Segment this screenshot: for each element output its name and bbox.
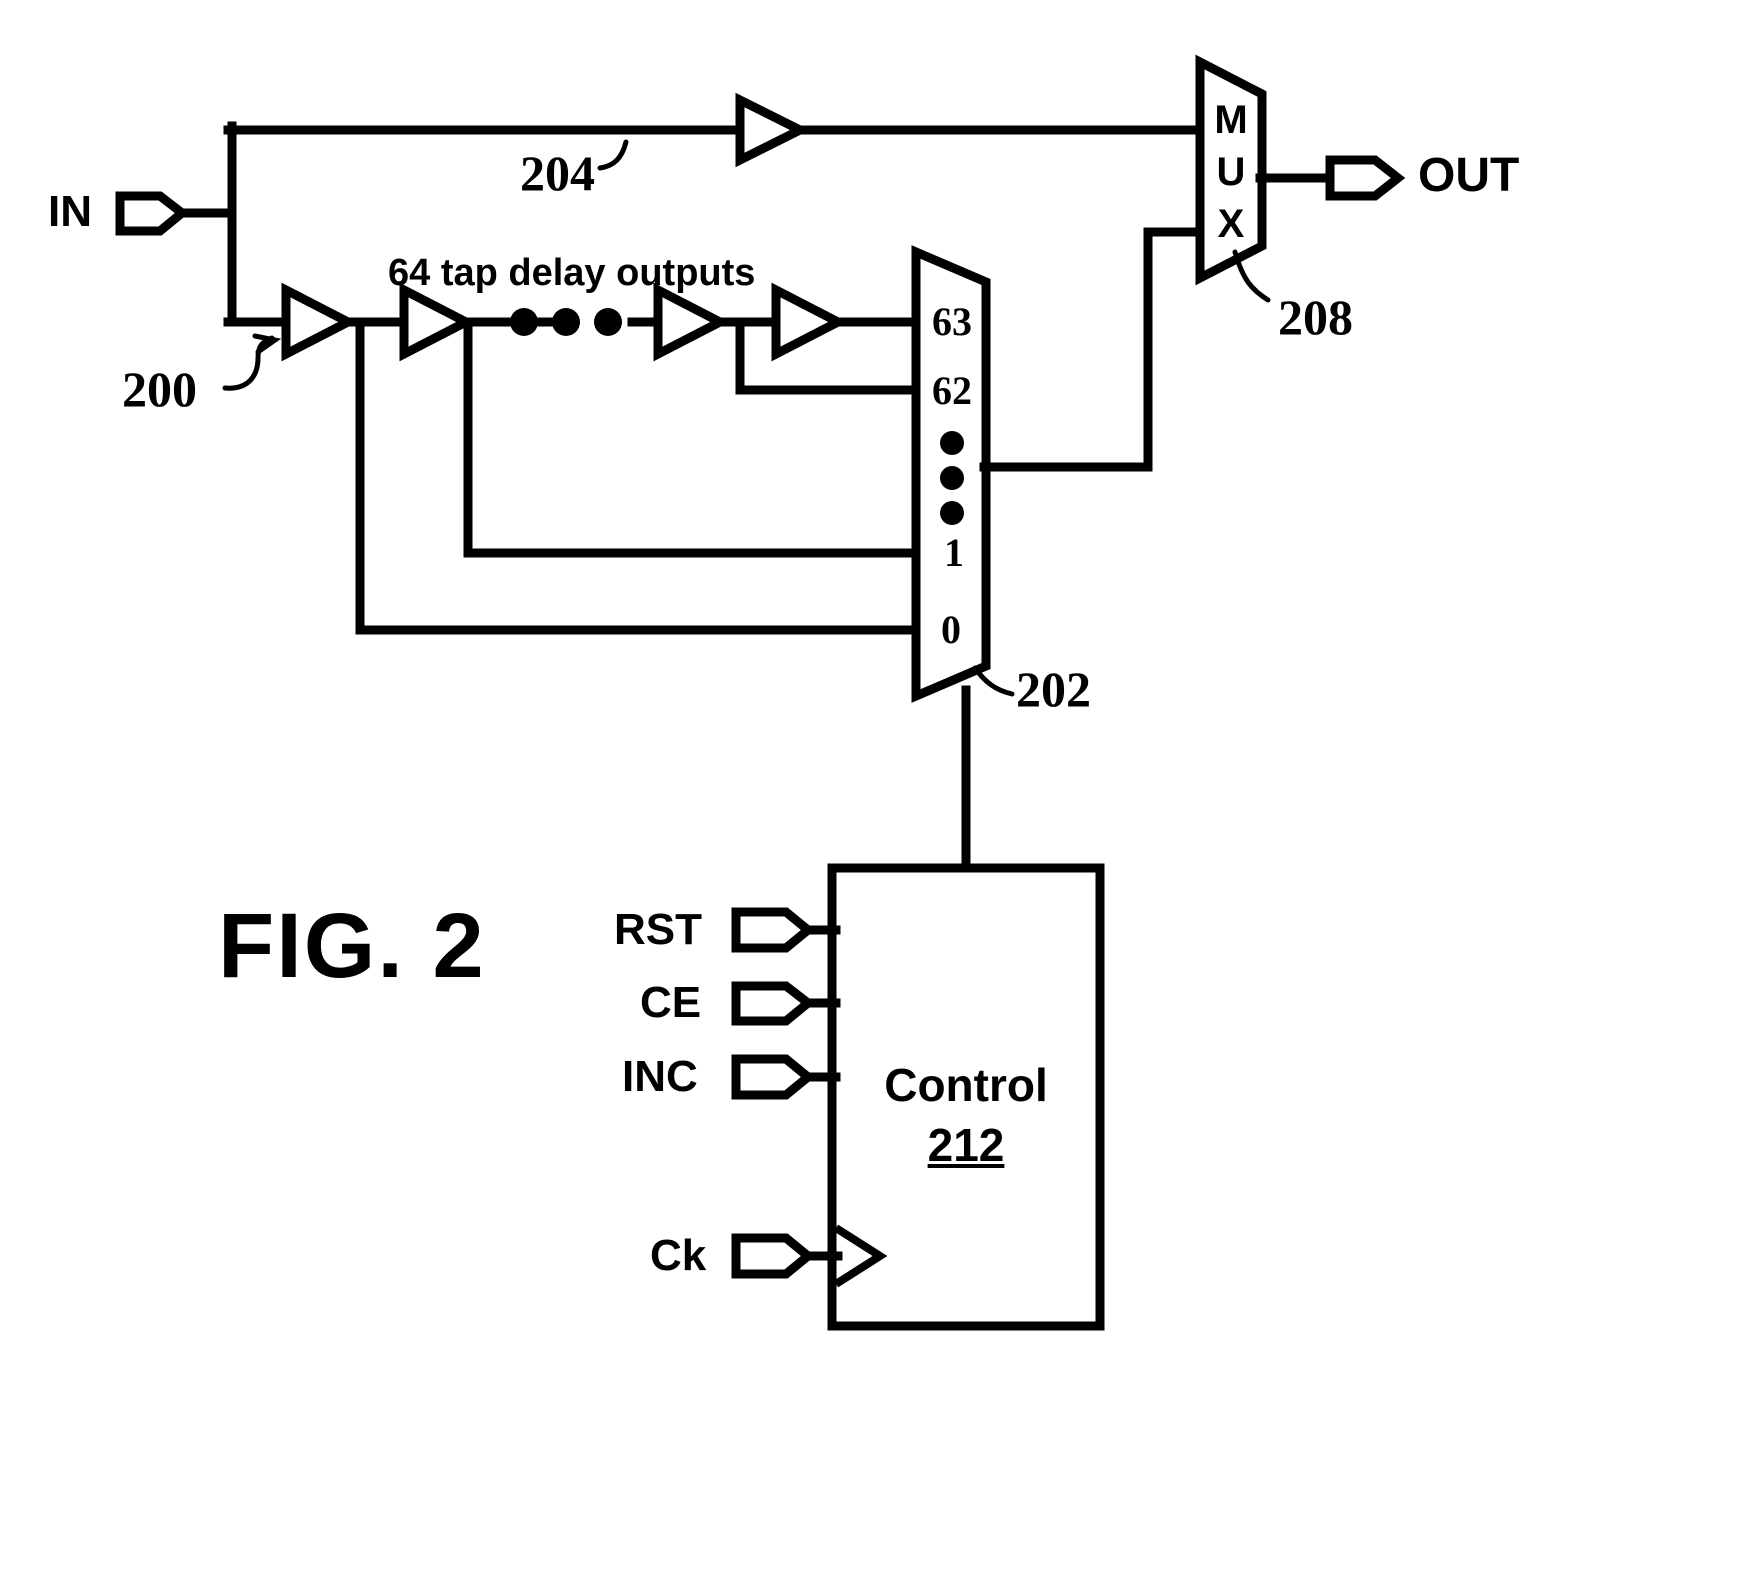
tap-mux-vertical-dot-2 — [940, 466, 964, 490]
clock-port-symbol[interactable] — [731, 1233, 816, 1279]
tap-mux-pin-62-label: 62 — [932, 368, 972, 413]
delay-chain-ellipsis-dot-3 — [594, 308, 622, 336]
tap-mux-pin-0-label: 0 — [941, 607, 961, 652]
tap-mux-vertical-dot-1 — [940, 431, 964, 455]
input-port-symbol[interactable] — [115, 191, 190, 236]
tap-mux-pin-63-label: 63 — [932, 299, 972, 344]
output-port-symbol[interactable] — [1325, 155, 1406, 201]
leader-204 — [597, 139, 629, 171]
output-mux-letter-u: U — [1216, 150, 1246, 194]
wire-tapmux-out-to-outputmux — [979, 227, 1205, 472]
bypass-buffer-symbol — [735, 92, 811, 168]
delay-buffer-1 — [281, 282, 358, 362]
reset-port-symbol[interactable] — [731, 907, 816, 953]
figure-caption: FIG. 2 — [218, 895, 486, 997]
increment-port-symbol[interactable] — [731, 1054, 816, 1100]
delay-chain-ellipsis-dot-1 — [510, 308, 538, 336]
circuit-schematic — [115, 54, 1406, 1331]
delay-buffer-2 — [399, 282, 476, 362]
control-block-label: Control — [884, 1059, 1048, 1111]
delay-buffer-4 — [771, 282, 848, 362]
reference-202: 202 — [1016, 661, 1091, 717]
input-port-label: IN — [48, 187, 92, 236]
output-port-label: OUT — [1418, 149, 1520, 202]
output-mux-letter-m: M — [1214, 98, 1248, 142]
delay-chain-ellipsis-dot-2 — [552, 308, 580, 336]
clock-port-label: Ck — [650, 1231, 707, 1280]
reference-204: 204 — [520, 145, 595, 201]
wire-tap1-to-mux-pin1 — [463, 317, 921, 558]
output-mux-letter-x: X — [1217, 202, 1245, 246]
clock-enable-port-symbol[interactable] — [731, 981, 816, 1026]
increment-port-label: INC — [622, 1052, 698, 1101]
control-block-reference: 212 — [927, 1119, 1005, 1171]
leader-200-arrowhead — [252, 333, 282, 355]
reference-208: 208 — [1278, 289, 1353, 345]
tap-outputs-label: 64 tap delay outputs — [388, 252, 756, 294]
clock-enable-port-label: CE — [640, 978, 702, 1027]
tap-mux-pin-1-label: 1 — [944, 530, 964, 575]
reset-port-label: RST — [614, 905, 702, 954]
leader-202 — [972, 665, 1015, 697]
patent-figure-2: IN OUT 204 200 202 208 64 tap delay outp… — [0, 0, 1748, 1590]
delay-buffer-3 — [653, 282, 730, 362]
tap-mux-vertical-dot-3 — [940, 501, 964, 525]
wire-tap0-to-mux-pin0 — [355, 317, 921, 635]
reference-200: 200 — [122, 361, 197, 417]
